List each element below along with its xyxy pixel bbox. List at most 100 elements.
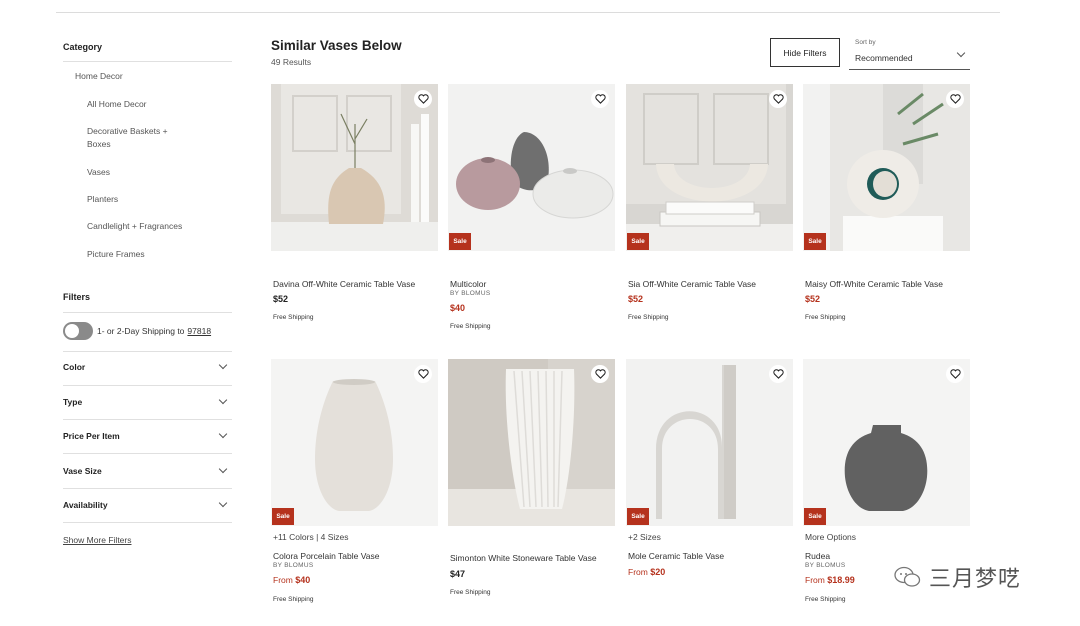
- sort-dropdown[interactable]: Sort by Recommended: [849, 38, 970, 70]
- favorite-heart-button[interactable]: [591, 90, 609, 108]
- category-item[interactable]: Candlelight + Fragrances: [87, 220, 197, 233]
- product-options[interactable]: +11 Colors | 4 Sizes: [273, 532, 349, 542]
- product-card[interactable]: Davina Off-White Ceramic Table Vase $52 …: [271, 84, 438, 321]
- product-name[interactable]: Mole Ceramic Table Vase: [628, 551, 724, 561]
- heart-icon: [772, 94, 784, 104]
- watermark-text: 三月梦呓: [929, 567, 1022, 592]
- sale-badge: Sale: [804, 233, 826, 250]
- favorite-heart-button[interactable]: [414, 365, 432, 383]
- category-item[interactable]: Picture Frames: [87, 248, 197, 261]
- product-card[interactable]: Sale Multicolor BY BLOMUS $40 Free Shipp…: [448, 84, 615, 330]
- product-name[interactable]: Maisy Off-White Ceramic Table Vase: [805, 279, 943, 289]
- product-options[interactable]: More Options: [805, 532, 856, 542]
- product-image[interactable]: Sale: [626, 359, 793, 526]
- product-image[interactable]: Sale: [626, 84, 793, 251]
- sale-badge: Sale: [627, 508, 649, 525]
- product-price: From $18.99: [805, 575, 855, 585]
- chevron-down-icon: [218, 498, 228, 508]
- shipping-label: 1- or 2-Day Shipping to: [97, 326, 185, 336]
- filter-color[interactable]: Color: [63, 360, 232, 372]
- sale-badge: Sale: [449, 233, 471, 250]
- divider: [63, 351, 232, 352]
- product-name[interactable]: Colora Porcelain Table Vase: [273, 551, 379, 561]
- shipping-note: Free Shipping: [805, 314, 846, 321]
- favorite-heart-button[interactable]: [414, 90, 432, 108]
- product-card[interactable]: Sale +2 Sizes Mole Ceramic Table Vase Fr…: [626, 359, 793, 577]
- divider: [63, 385, 232, 386]
- product-brand: BY BLOMUS: [273, 562, 314, 569]
- product-price: $52: [805, 294, 821, 304]
- show-more-filters-link[interactable]: Show More Filters: [63, 535, 132, 545]
- vase-image: [448, 359, 615, 526]
- product-image[interactable]: Sale: [803, 359, 970, 526]
- shipping-zip-link[interactable]: 97818: [187, 326, 211, 336]
- heart-icon: [594, 94, 606, 104]
- product-name[interactable]: Davina Off-White Ceramic Table Vase: [273, 279, 415, 289]
- heart-icon: [949, 369, 961, 379]
- product-card[interactable]: Sale +11 Colors | 4 Sizes Colora Porcela…: [271, 359, 438, 603]
- product-image[interactable]: Sale: [803, 84, 970, 251]
- vase-image: [803, 359, 970, 526]
- filter-availability[interactable]: Availability: [63, 498, 232, 510]
- filter-label: Vase Size: [63, 466, 102, 476]
- page-title: Similar Vases Below: [271, 38, 402, 53]
- filter-type[interactable]: Type: [63, 395, 232, 407]
- hide-filters-button[interactable]: Hide Filters: [770, 38, 840, 67]
- sale-badge: Sale: [804, 508, 826, 525]
- product-image[interactable]: Sale: [448, 84, 615, 251]
- category-item[interactable]: Planters: [87, 193, 197, 206]
- sort-label: Sort by: [855, 39, 876, 46]
- category-home-decor[interactable]: Home Decor: [75, 71, 123, 81]
- divider: [63, 453, 232, 454]
- product-name[interactable]: Simonton White Stoneware Table Vase: [450, 553, 597, 563]
- product-card[interactable]: Simonton White Stoneware Table Vase $47 …: [448, 359, 615, 596]
- sort-value: Recommended: [855, 53, 913, 63]
- price-value: $18.99: [827, 575, 855, 585]
- filter-price[interactable]: Price Per Item: [63, 429, 232, 441]
- favorite-heart-button[interactable]: [946, 90, 964, 108]
- favorite-heart-button[interactable]: [769, 90, 787, 108]
- vase-image: [271, 359, 438, 526]
- product-price: $52: [273, 294, 289, 304]
- product-brand: BY BLOMUS: [805, 562, 846, 569]
- product-card[interactable]: Sale More Options Rudea BY BLOMUS From $…: [803, 359, 970, 603]
- product-card[interactable]: Sale Sia Off-White Ceramic Table Vase $5…: [626, 84, 793, 321]
- product-name[interactable]: Rudea: [805, 551, 830, 561]
- product-image[interactable]: Sale: [271, 359, 438, 526]
- product-name[interactable]: Sia Off-White Ceramic Table Vase: [628, 279, 756, 289]
- shipping-note: Free Shipping: [450, 589, 491, 596]
- product-options[interactable]: +2 Sizes: [628, 532, 661, 542]
- watermark: 三月梦呓: [893, 561, 1021, 593]
- shipping-toggle[interactable]: [63, 322, 93, 340]
- category-item-vases[interactable]: Vases: [87, 166, 197, 179]
- toggle-knob: [65, 324, 79, 338]
- filter-vase-size[interactable]: Vase Size: [63, 464, 232, 476]
- product-image[interactable]: [271, 84, 438, 251]
- product-brand: BY BLOMUS: [450, 290, 491, 297]
- favorite-heart-button[interactable]: [946, 365, 964, 383]
- category-item[interactable]: Decorative Baskets + Boxes: [87, 125, 197, 151]
- chat-bubble-icon: [894, 566, 921, 587]
- vase-image: [803, 84, 970, 251]
- price-prefix: From: [273, 575, 293, 585]
- favorite-heart-button[interactable]: [769, 365, 787, 383]
- filter-label: Type: [63, 397, 83, 407]
- shipping-note: Free Shipping: [805, 596, 846, 603]
- product-price: $40: [450, 303, 466, 313]
- product-name[interactable]: Multicolor: [450, 279, 486, 289]
- shipping-note: Free Shipping: [628, 314, 669, 321]
- price-value: $20: [650, 567, 666, 577]
- divider: [63, 419, 232, 420]
- favorite-heart-button[interactable]: [591, 365, 609, 383]
- product-card[interactable]: Sale Maisy Off-White Ceramic Table Vase …: [803, 84, 970, 321]
- shipping-note: Free Shipping: [273, 314, 314, 321]
- chevron-down-icon: [218, 464, 228, 474]
- vase-image: [626, 359, 793, 526]
- category-item[interactable]: All Home Decor: [87, 98, 197, 111]
- product-price: $47: [450, 569, 466, 579]
- category-heading: Category: [63, 42, 103, 52]
- results-count: 49 Results: [271, 57, 312, 67]
- product-image[interactable]: [448, 359, 615, 526]
- vase-image: [271, 84, 438, 251]
- product-price: $52: [628, 294, 644, 304]
